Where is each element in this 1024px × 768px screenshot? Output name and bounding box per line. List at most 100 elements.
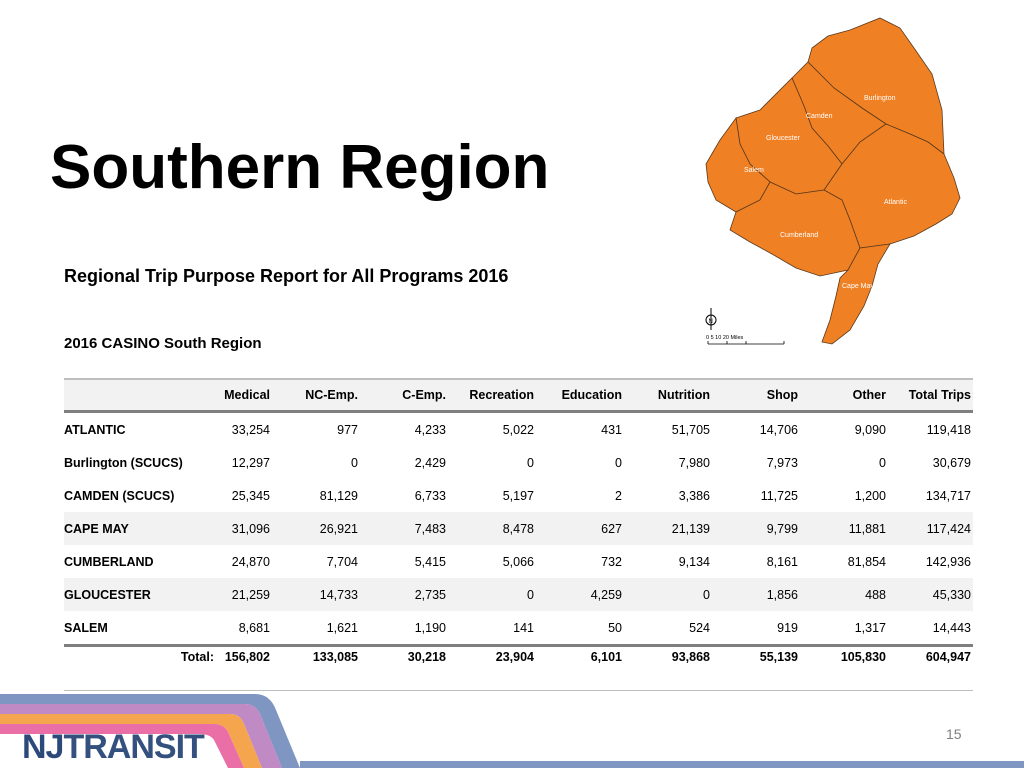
col-header: Shop bbox=[712, 378, 800, 413]
table-row: SALEM 8,681 1,621 1,190 141 50 524 919 1… bbox=[64, 611, 973, 646]
total-label: Total: bbox=[64, 644, 216, 691]
table-row: GLOUCESTER 21,259 14,733 2,735 0 4,259 0… bbox=[64, 578, 973, 611]
cell: 8,161 bbox=[766, 554, 798, 569]
table-row: CAMDEN (SCUCS) 25,345 81,129 6,733 5,197… bbox=[64, 479, 973, 512]
cell: 0 bbox=[527, 455, 534, 470]
cell: 8,681 bbox=[238, 620, 270, 635]
row-name: GLOUCESTER bbox=[64, 578, 216, 611]
cell: 3,386 bbox=[678, 488, 710, 503]
cell: 732 bbox=[601, 554, 622, 569]
cell: 81,854 bbox=[847, 554, 886, 569]
cell: 30,679 bbox=[932, 455, 971, 470]
cell: 31,096 bbox=[216, 512, 272, 545]
trip-purpose-table: Medical NC-Emp. C-Emp. Recreation Educat… bbox=[64, 378, 973, 691]
cell: 134,717 bbox=[925, 488, 971, 503]
cell: 919 bbox=[777, 620, 798, 635]
scale-label: 0 5 10 20 Miles bbox=[706, 335, 744, 341]
cell: 1,317 bbox=[854, 620, 886, 635]
total-cell: 23,904 bbox=[448, 644, 536, 691]
map-label-burlington: Burlington bbox=[864, 95, 896, 102]
southern-region-map: Burlington Camden Gloucester Salem Atlan… bbox=[705, 17, 961, 345]
total-cell: 133,085 bbox=[272, 644, 360, 691]
total-row: Total: 156,802 133,085 30,218 23,904 6,1… bbox=[64, 644, 973, 691]
map-label-atlantic: Atlantic bbox=[884, 199, 907, 206]
col-header bbox=[64, 378, 216, 413]
cell: 9,090 bbox=[854, 422, 886, 437]
cell: 24,870 bbox=[231, 554, 270, 569]
cell: 5,415 bbox=[414, 554, 446, 569]
cell: 5,022 bbox=[502, 422, 534, 437]
cell: 0 bbox=[879, 455, 886, 470]
cell: 45,330 bbox=[888, 578, 973, 611]
cell: 0 bbox=[624, 578, 712, 611]
map-label-cumberland: Cumberland bbox=[780, 232, 818, 239]
col-header: Other bbox=[800, 378, 888, 413]
col-header: Nutrition bbox=[624, 378, 712, 413]
cell: 1,200 bbox=[854, 488, 886, 503]
table-header-row: Medical NC-Emp. C-Emp. Recreation Educat… bbox=[64, 378, 973, 413]
cell: 141 bbox=[513, 620, 534, 635]
cell: 431 bbox=[601, 422, 622, 437]
table-row: CAPE MAY 31,096 26,921 7,483 8,478 627 2… bbox=[64, 512, 973, 545]
cell: 7,483 bbox=[360, 512, 448, 545]
cell: 2,429 bbox=[414, 455, 446, 470]
map-label-cape-may: Cape May bbox=[842, 283, 874, 290]
cell: 14,733 bbox=[272, 578, 360, 611]
cell: 26,921 bbox=[272, 512, 360, 545]
table-row: CUMBERLAND 24,870 7,704 5,415 5,066 732 … bbox=[64, 545, 973, 578]
svg-text:N: N bbox=[709, 319, 713, 325]
total-cell: 105,830 bbox=[800, 644, 888, 691]
col-header: Medical bbox=[216, 378, 272, 413]
row-name: Burlington (SCUCS) bbox=[64, 455, 183, 470]
scale-bar bbox=[707, 341, 785, 345]
cell: 7,973 bbox=[766, 455, 798, 470]
cell: 81,129 bbox=[319, 488, 358, 503]
cell: 51,705 bbox=[671, 422, 710, 437]
table-row: ATLANTIC 33,254 977 4,233 5,022 431 51,7… bbox=[64, 412, 973, 447]
cell: 627 bbox=[536, 512, 624, 545]
total-cell: 93,868 bbox=[624, 644, 712, 691]
logo-transit: TRANSIT bbox=[63, 728, 204, 766]
cell: 9,134 bbox=[678, 554, 710, 569]
total-cell: 6,101 bbox=[536, 644, 624, 691]
cell: 9,799 bbox=[712, 512, 800, 545]
cell: 12,297 bbox=[231, 455, 270, 470]
cell: 14,706 bbox=[759, 422, 798, 437]
col-header: Recreation bbox=[448, 378, 536, 413]
nj-transit-logo: NJTRANSIT bbox=[22, 728, 205, 767]
cell: 142,936 bbox=[925, 554, 971, 569]
cell: 11,725 bbox=[760, 488, 798, 503]
report-subtitle: Regional Trip Purpose Report for All Pro… bbox=[64, 266, 509, 286]
cell: 5,197 bbox=[502, 488, 534, 503]
map-label-camden: Camden bbox=[806, 113, 833, 120]
cell: 11,881 bbox=[800, 512, 888, 545]
cell: 2 bbox=[615, 488, 622, 503]
cell: 1,190 bbox=[414, 620, 446, 635]
row-name: CUMBERLAND bbox=[64, 554, 154, 569]
cell: 0 bbox=[351, 455, 358, 470]
row-name: CAMDEN (SCUCS) bbox=[64, 488, 175, 503]
cell: 4,233 bbox=[414, 422, 446, 437]
cell: 21,259 bbox=[216, 578, 272, 611]
col-header: C-Emp. bbox=[360, 378, 448, 413]
cell: 25,345 bbox=[231, 488, 270, 503]
cell: 5,066 bbox=[502, 554, 534, 569]
row-name: SALEM bbox=[64, 620, 108, 635]
cell: 50 bbox=[608, 620, 622, 635]
cell: 1,856 bbox=[712, 578, 800, 611]
cell: 6,733 bbox=[414, 488, 446, 503]
cell: 1,621 bbox=[326, 620, 358, 635]
col-header: NC-Emp. bbox=[272, 378, 360, 413]
section-heading: 2016 CASINO South Region bbox=[64, 335, 262, 352]
cell: 4,259 bbox=[536, 578, 624, 611]
total-cell: 604,947 bbox=[888, 644, 973, 691]
cell: 33,254 bbox=[231, 422, 270, 437]
cell: 14,443 bbox=[932, 620, 971, 635]
cell: 7,980 bbox=[678, 455, 710, 470]
logo-nj: NJ bbox=[22, 728, 64, 766]
cell: 0 bbox=[448, 578, 536, 611]
cell: 117,424 bbox=[888, 512, 973, 545]
cell: 119,418 bbox=[926, 422, 971, 437]
cell: 977 bbox=[337, 422, 358, 437]
table-row: Burlington (SCUCS) 12,297 0 2,429 0 0 7,… bbox=[64, 446, 973, 479]
